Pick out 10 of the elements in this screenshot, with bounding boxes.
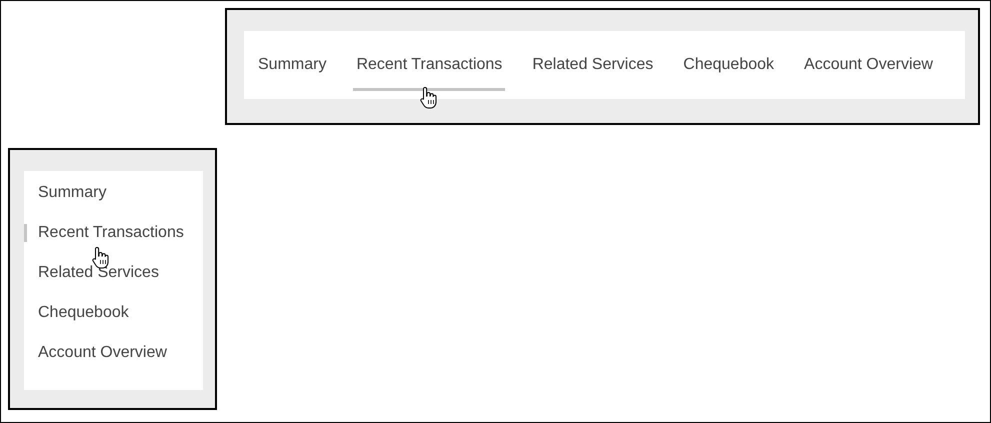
tab[interactable]: Recent Transactions: [353, 31, 506, 91]
tab[interactable]: Account Overview: [801, 31, 936, 91]
tab[interactable]: Chequebook: [24, 304, 129, 322]
tab[interactable]: Chequebook: [680, 31, 778, 91]
tab[interactable]: Related Services: [24, 264, 159, 282]
tab[interactable]: Account Overview: [24, 344, 167, 362]
tab[interactable]: Recent Transactions: [24, 224, 184, 242]
tab[interactable]: Related Services: [529, 31, 656, 91]
tab[interactable]: Summary: [24, 184, 106, 202]
tab[interactable]: Summary: [255, 31, 330, 91]
